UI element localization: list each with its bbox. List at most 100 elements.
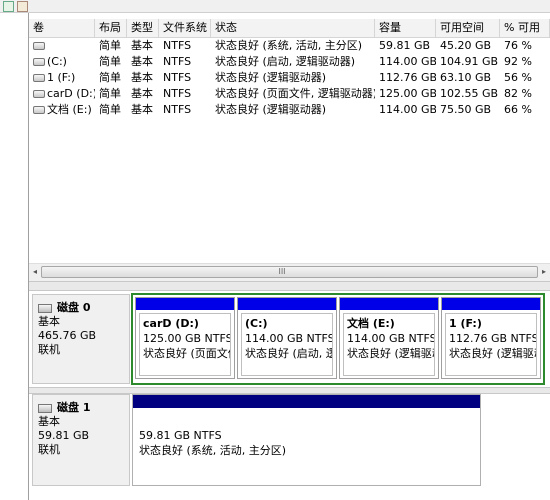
- disk-1-header: 磁盘 1: [38, 401, 129, 415]
- partition-fs: 114.00 GB NTFS: [347, 332, 435, 345]
- status-cell: 状态良好 (逻辑驱动器): [215, 71, 327, 84]
- volume-name: 文档 (E:): [47, 103, 92, 116]
- percent-free-cell: 66 %: [504, 103, 532, 116]
- partition-bar: [136, 298, 234, 310]
- properties-icon[interactable]: [17, 1, 28, 12]
- column-header-type[interactable]: 类型: [127, 19, 159, 37]
- partition-status: 状态良好 (页面文件: [143, 347, 231, 360]
- volume-list-header: 卷 布局 类型 文件系统 状态 容量 可用空间 % 可用: [29, 19, 550, 38]
- toolbar-strip: [0, 0, 550, 13]
- scrollbar-thumb[interactable]: III: [41, 266, 538, 278]
- filesystem-cell: NTFS: [163, 71, 192, 84]
- volume-icon: [33, 90, 45, 98]
- scroll-left-arrow-icon[interactable]: ◂: [30, 267, 40, 277]
- column-header-filesystem[interactable]: 文件系统: [159, 19, 211, 37]
- volume-icon: [33, 74, 45, 82]
- left-pane: [0, 13, 29, 500]
- capacity-cell: 125.00 GB: [379, 87, 436, 100]
- partition-card-c[interactable]: (C:) 114.00 GB NTFS 状态良好 (启动, 逻: [237, 297, 337, 379]
- partition-status: 状态良好 (启动, 逻: [245, 347, 333, 360]
- disk-title: 磁盘 0: [57, 301, 91, 314]
- percent-free-cell: 56 %: [504, 71, 532, 84]
- partition-name: 1 (F:): [449, 317, 482, 330]
- layout-cell: 简单: [99, 103, 121, 116]
- free-space-cell: 45.20 GB: [440, 39, 492, 52]
- volume-name: (C:): [47, 55, 67, 68]
- table-row[interactable]: carD (D:) 简单 基本 NTFS 状态良好 (页面文件, 逻辑驱动器) …: [29, 86, 550, 102]
- volume-icon: [33, 42, 45, 50]
- partition-status: 状态良好 (系统, 活动, 主分区): [139, 444, 287, 457]
- volume-name-cell: 文档 (E:): [29, 102, 95, 118]
- table-row[interactable]: (C:) 简单 基本 NTFS 状态良好 (启动, 逻辑驱动器) 114.00 …: [29, 54, 550, 70]
- partition-fs: 114.00 GB NTFS: [245, 332, 333, 345]
- disk-icon: [38, 303, 52, 313]
- disk-0-info[interactable]: 磁盘 0 基本 465.76 GB 联机: [32, 294, 130, 384]
- capacity-cell: 114.00 GB: [379, 103, 436, 116]
- column-header-percent-free[interactable]: % 可用: [500, 19, 550, 37]
- table-row[interactable]: 简单 基本 NTFS 状态良好 (系统, 活动, 主分区) 59.81 GB 4…: [29, 38, 550, 54]
- column-header-volume[interactable]: 卷: [29, 19, 95, 37]
- volume-icon: [33, 106, 45, 114]
- type-cell: 基本: [131, 87, 153, 100]
- disk-title: 磁盘 1: [57, 401, 91, 414]
- partition-fs: 59.81 GB NTFS: [139, 429, 222, 442]
- disk-state: 联机: [38, 343, 60, 356]
- volume-icon: [33, 58, 45, 66]
- table-row[interactable]: 文档 (E:) 简单 基本 NTFS 状态良好 (逻辑驱动器) 114.00 G…: [29, 102, 550, 118]
- partition-bar: [442, 298, 540, 310]
- free-space-cell: 75.50 GB: [440, 103, 492, 116]
- type-cell: 基本: [131, 71, 153, 84]
- volume-name-cell: [29, 38, 95, 54]
- status-cell: 状态良好 (页面文件, 逻辑驱动器): [215, 87, 375, 100]
- status-cell: 状态良好 (系统, 活动, 主分区): [215, 39, 363, 52]
- partition-card-d[interactable]: carD (D:) 125.00 GB NTFS 状态良好 (页面文件: [135, 297, 235, 379]
- scroll-right-arrow-icon[interactable]: ▸: [539, 267, 549, 277]
- disk-0-header: 磁盘 0: [38, 301, 129, 315]
- disk-size: 465.76 GB: [38, 329, 97, 342]
- filesystem-cell: NTFS: [163, 55, 192, 68]
- disk-state: 联机: [38, 443, 60, 456]
- partition-fs: 112.76 GB NTFS: [449, 332, 537, 345]
- layout-cell: 简单: [99, 87, 121, 100]
- partition-card-f[interactable]: 1 (F:) 112.76 GB NTFS 状态良好 (逻辑驱动: [441, 297, 541, 379]
- percent-free-cell: 82 %: [504, 87, 532, 100]
- volume-name-cell: 1 (F:): [29, 70, 95, 86]
- partition-status: 状态良好 (逻辑驱动: [347, 347, 435, 360]
- free-space-cell: 104.91 GB: [440, 55, 499, 68]
- disk-1-info[interactable]: 磁盘 1 基本 59.81 GB 联机: [32, 394, 130, 486]
- column-header-free-space[interactable]: 可用空间: [436, 19, 500, 37]
- partition-bar: [340, 298, 438, 310]
- volume-name: carD (D:): [47, 87, 95, 100]
- capacity-cell: 59.81 GB: [379, 39, 431, 52]
- layout-cell: 简单: [99, 39, 121, 52]
- disk-icon: [38, 403, 52, 413]
- layout-cell: 简单: [99, 55, 121, 68]
- partition-bar: [238, 298, 336, 310]
- capacity-cell: 112.76 GB: [379, 71, 436, 84]
- free-space-cell: 102.55 GB: [440, 87, 499, 100]
- pane-divider[interactable]: [29, 281, 550, 291]
- partition-status: 状态良好 (逻辑驱动: [449, 347, 537, 360]
- scrollbar-grip-icon: III: [278, 267, 286, 276]
- percent-free-cell: 92 %: [504, 55, 532, 68]
- table-row[interactable]: 1 (F:) 简单 基本 NTFS 状态良好 (逻辑驱动器) 112.76 GB…: [29, 70, 550, 86]
- type-cell: 基本: [131, 55, 153, 68]
- refresh-icon[interactable]: [3, 1, 14, 12]
- partition-name: (C:): [245, 317, 268, 330]
- column-header-capacity[interactable]: 容量: [375, 19, 436, 37]
- disk-1-partitions: 59.81 GB NTFS 状态良好 (系统, 活动, 主分区): [131, 394, 545, 486]
- column-header-status[interactable]: 状态: [211, 19, 375, 37]
- filesystem-cell: NTFS: [163, 103, 192, 116]
- partition-card-system[interactable]: 59.81 GB NTFS 状态良好 (系统, 活动, 主分区): [132, 394, 481, 486]
- disk-size: 59.81 GB: [38, 429, 90, 442]
- column-header-layout[interactable]: 布局: [95, 19, 127, 37]
- free-space-cell: 63.10 GB: [440, 71, 492, 84]
- partition-card-e[interactable]: 文档 (E:) 114.00 GB NTFS 状态良好 (逻辑驱动: [339, 297, 439, 379]
- status-cell: 状态良好 (启动, 逻辑驱动器): [215, 55, 356, 68]
- percent-free-cell: 76 %: [504, 39, 532, 52]
- horizontal-scrollbar[interactable]: ◂ III ▸: [29, 263, 550, 281]
- partition-bar: [133, 395, 480, 408]
- disk-separator: [29, 387, 550, 394]
- volume-name-cell: (C:): [29, 54, 95, 70]
- disk-0-partitions: carD (D:) 125.00 GB NTFS 状态良好 (页面文件 (C:)…: [131, 293, 545, 385]
